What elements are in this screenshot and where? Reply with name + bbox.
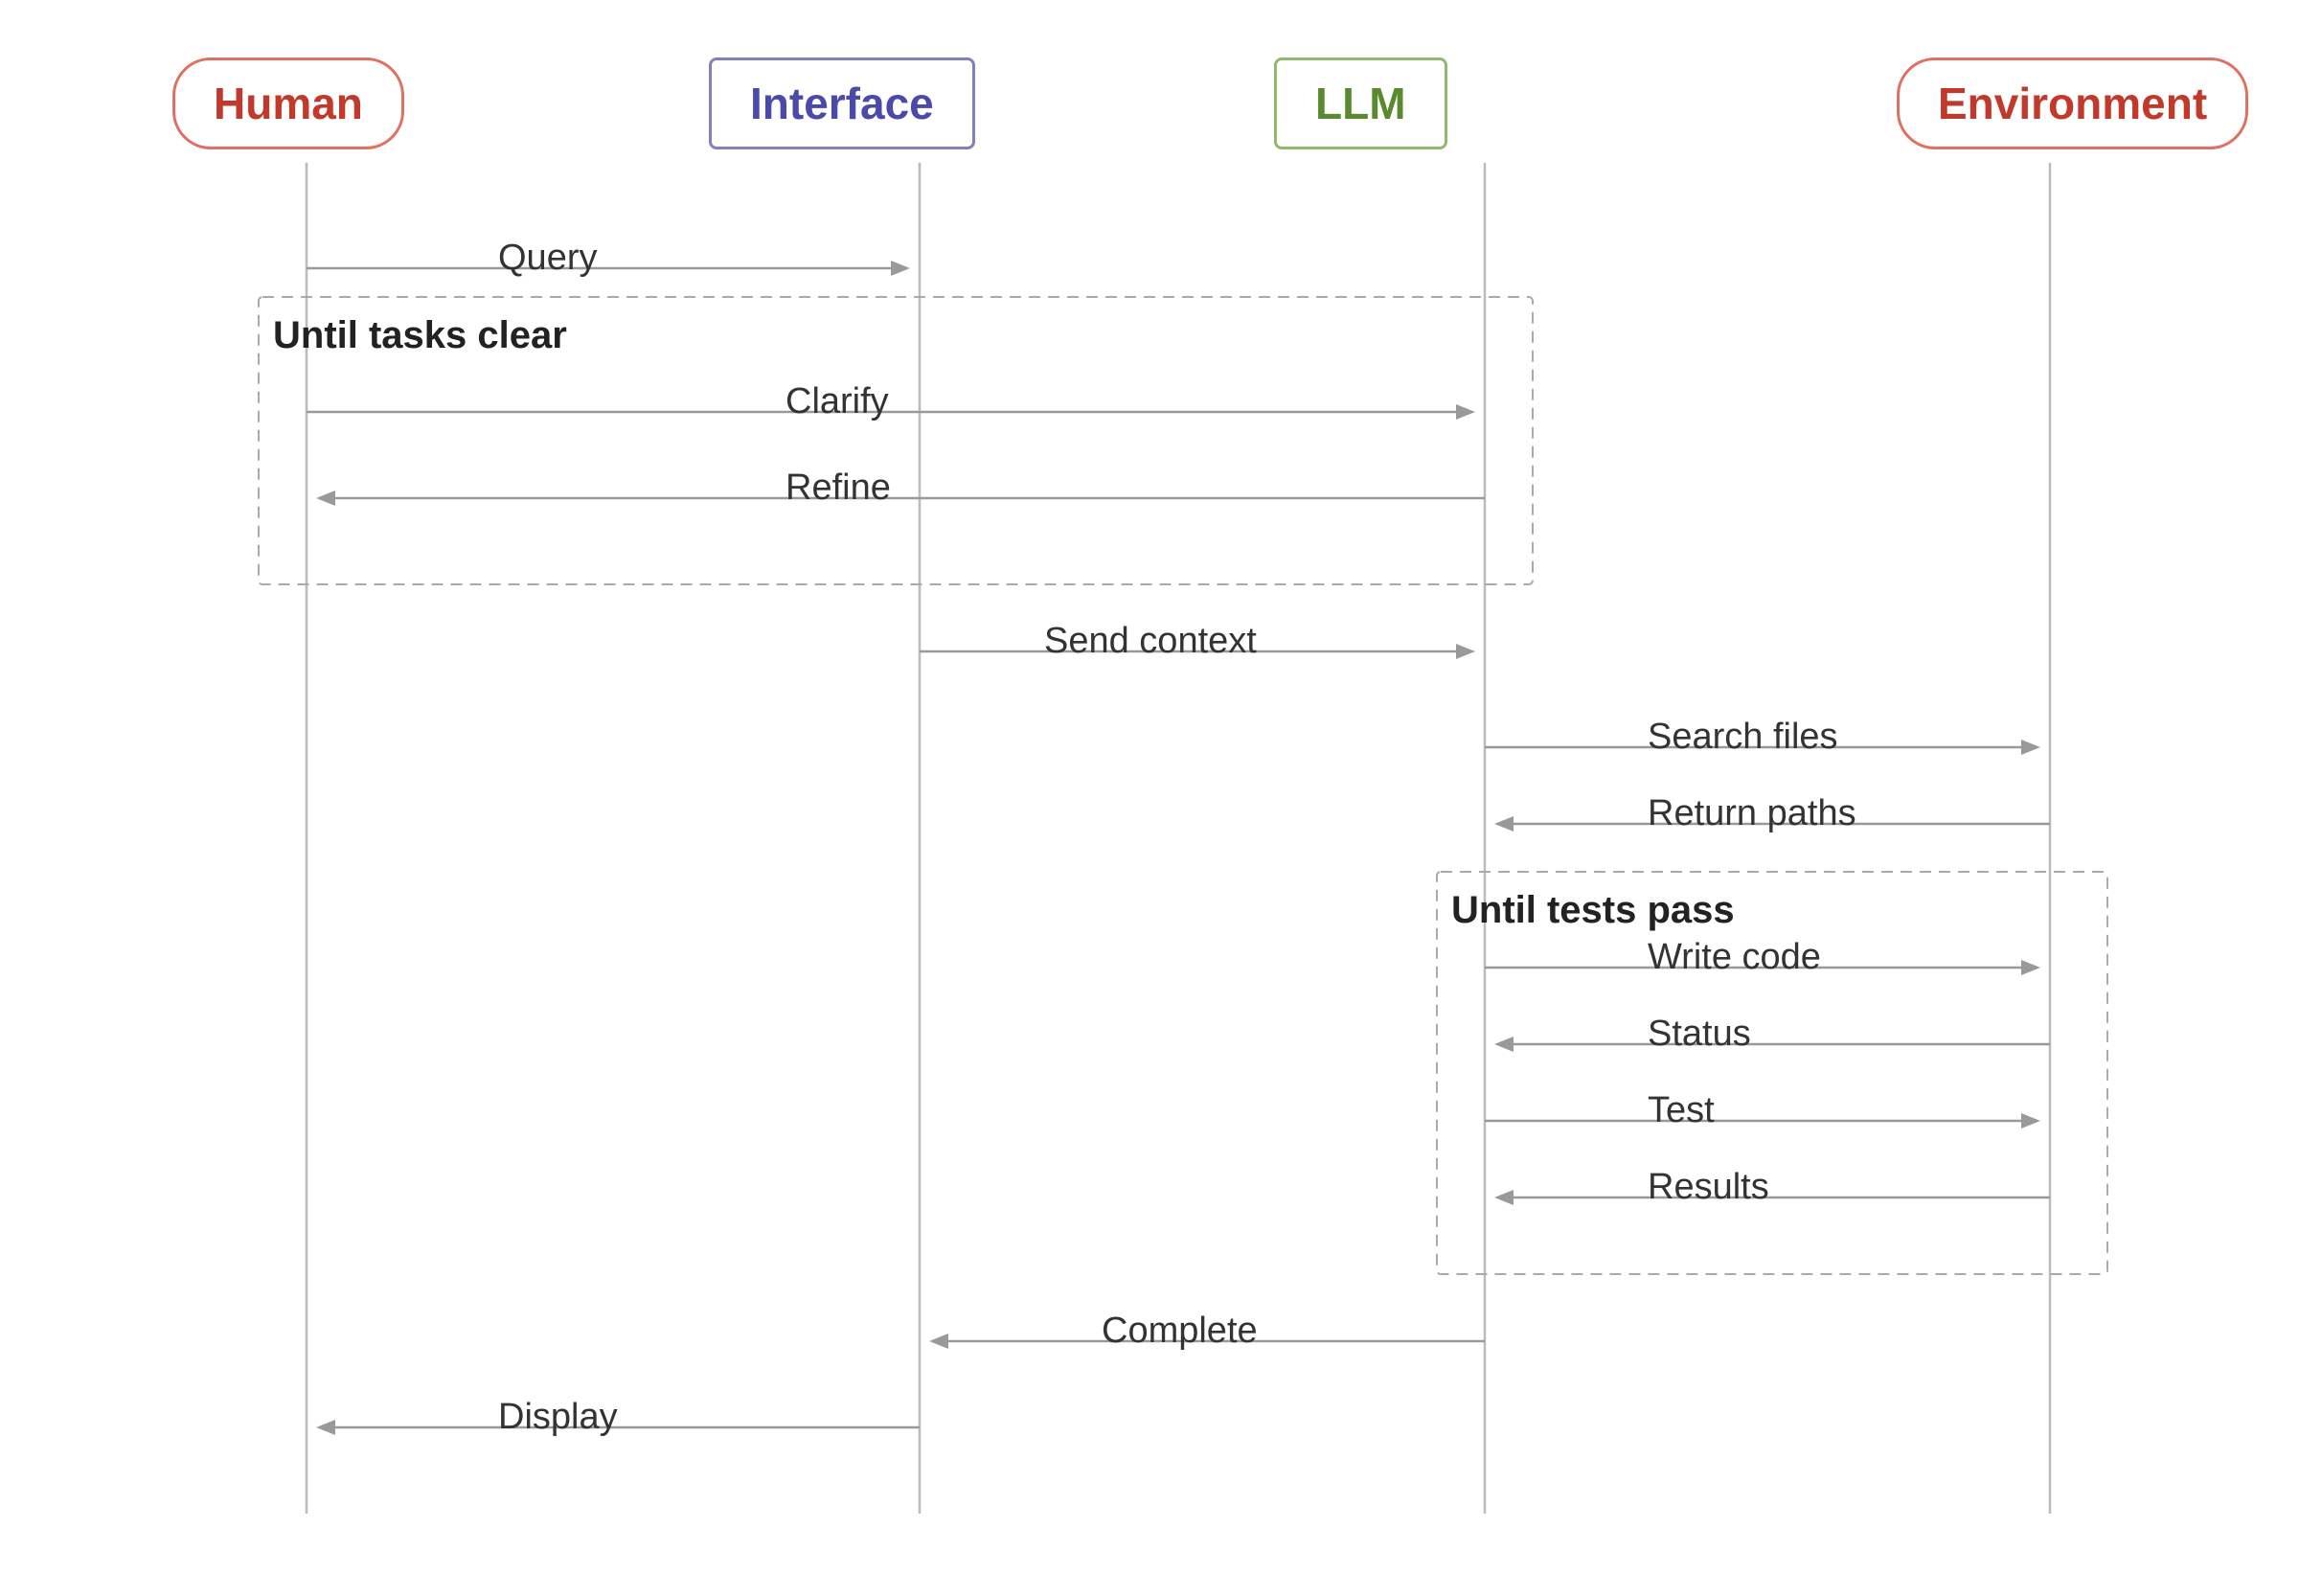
msg-results: Results <box>1648 1167 1769 1208</box>
msg-complete: Complete <box>1102 1311 1258 1352</box>
msg-write-code: Write code <box>1648 937 1821 978</box>
loop1-label: Until tasks clear <box>273 314 567 357</box>
sequence-diagram: Human Interface LLM Environment <box>0 0 2299 1596</box>
msg-query: Query <box>498 238 597 279</box>
msg-status: Status <box>1648 1014 1751 1055</box>
msg-send-context: Send context <box>1044 621 1257 662</box>
msg-return-paths: Return paths <box>1648 793 1856 834</box>
loop2-label: Until tests pass <box>1451 889 1735 932</box>
msg-test: Test <box>1648 1090 1715 1131</box>
msg-refine: Refine <box>785 467 891 509</box>
diagram-svg <box>0 0 2299 1596</box>
msg-clarify: Clarify <box>785 381 889 422</box>
msg-search-files: Search files <box>1648 717 1838 758</box>
msg-display: Display <box>498 1397 618 1438</box>
